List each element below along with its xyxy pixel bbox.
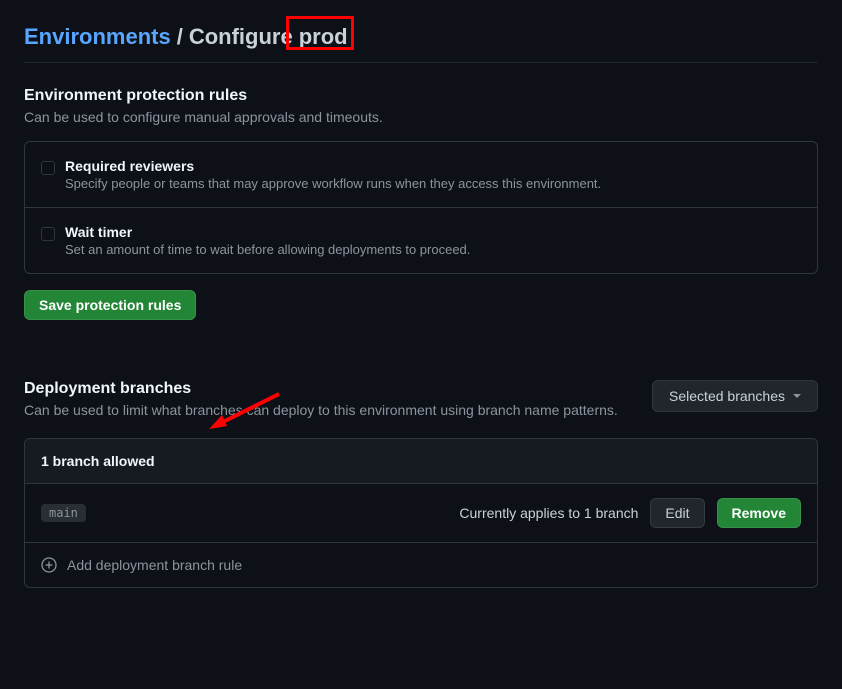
- breadcrumb-configure-text: Configure: [189, 24, 293, 50]
- rule-wait-timer: Wait timer Set an amount of time to wait…: [25, 207, 817, 273]
- required-reviewers-desc: Specify people or teams that may approve…: [65, 176, 601, 191]
- protection-rules-section: Environment protection rules Can be used…: [24, 87, 818, 320]
- branch-name-pill: main: [41, 504, 86, 522]
- save-protection-rules-button[interactable]: Save protection rules: [24, 290, 196, 320]
- required-reviewers-checkbox[interactable]: [41, 161, 55, 175]
- protection-rules-desc: Can be used to configure manual approval…: [24, 109, 818, 125]
- branches-allowed-header: 1 branch allowed: [25, 439, 817, 484]
- deployment-branches-title: Deployment branches: [24, 380, 632, 398]
- breadcrumb-environments-link[interactable]: Environments: [24, 24, 171, 50]
- branch-applies-text: Currently applies to 1 branch: [459, 505, 638, 521]
- caret-down-icon: [793, 394, 801, 398]
- plus-circle-icon: [41, 557, 57, 573]
- deployment-branches-section: Deployment branches Can be used to limit…: [24, 380, 818, 588]
- branches-box: 1 branch allowed main Currently applies …: [24, 438, 818, 588]
- branch-policy-dropdown[interactable]: Selected branches: [652, 380, 818, 412]
- breadcrumb-env-name: prod: [299, 24, 348, 50]
- branch-row: main Currently applies to 1 branch Edit …: [25, 484, 817, 543]
- rule-required-reviewers: Required reviewers Specify people or tea…: [25, 142, 817, 207]
- edit-branch-button[interactable]: Edit: [650, 498, 704, 528]
- branch-policy-dropdown-label: Selected branches: [669, 388, 785, 404]
- wait-timer-checkbox[interactable]: [41, 227, 55, 241]
- remove-branch-button[interactable]: Remove: [717, 498, 801, 528]
- protection-rules-box: Required reviewers Specify people or tea…: [24, 141, 818, 274]
- breadcrumb: Environments / Configure prod: [24, 24, 818, 63]
- wait-timer-label: Wait timer: [65, 224, 470, 240]
- deployment-branches-desc: Can be used to limit what branches can d…: [24, 402, 632, 418]
- protection-rules-title: Environment protection rules: [24, 87, 818, 105]
- add-rule-label: Add deployment branch rule: [67, 557, 242, 573]
- add-deployment-branch-rule[interactable]: Add deployment branch rule: [25, 543, 817, 587]
- required-reviewers-label: Required reviewers: [65, 158, 601, 174]
- wait-timer-desc: Set an amount of time to wait before all…: [65, 242, 470, 257]
- breadcrumb-separator: /: [177, 24, 183, 50]
